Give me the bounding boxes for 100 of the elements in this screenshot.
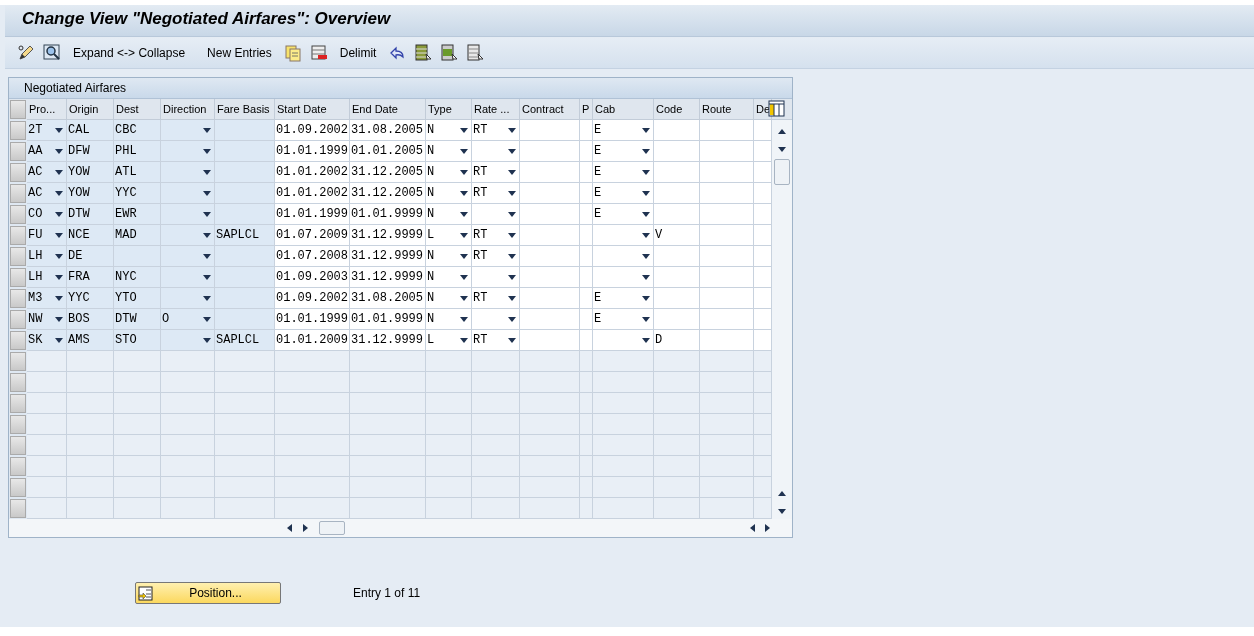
input-field[interactable] [520, 120, 580, 141]
input-field[interactable] [700, 183, 754, 204]
dropdown-field[interactable]: RT [472, 288, 520, 309]
input-field[interactable] [520, 141, 580, 162]
dropdown-field[interactable]: L [426, 330, 472, 351]
row-selector[interactable] [10, 142, 26, 161]
input-field[interactable] [520, 204, 580, 225]
dropdown-field[interactable]: N [426, 246, 472, 267]
dropdown-field[interactable]: AA [27, 141, 67, 162]
input-field[interactable]: 01.01.2002 [275, 183, 350, 204]
dropdown-field[interactable]: NW [27, 309, 67, 330]
dropdown-field[interactable]: LH [27, 267, 67, 288]
input-field[interactable] [700, 162, 754, 183]
row-selector[interactable] [10, 415, 26, 434]
input-field[interactable] [700, 204, 754, 225]
input-field[interactable] [654, 309, 700, 330]
dropdown-field[interactable] [593, 267, 654, 288]
dropdown-field[interactable] [593, 246, 654, 267]
input-field[interactable] [754, 330, 772, 351]
input-field[interactable] [520, 288, 580, 309]
dropdown-field[interactable]: O [161, 309, 215, 330]
row-selector[interactable] [10, 226, 26, 245]
dropdown-field[interactable]: N [426, 162, 472, 183]
input-field[interactable]: 01.01.9999 [350, 309, 426, 330]
dropdown-field[interactable]: RT [472, 225, 520, 246]
input-field[interactable]: 01.09.2003 [275, 267, 350, 288]
input-field[interactable] [580, 204, 593, 225]
dropdown-field[interactable] [161, 204, 215, 225]
dropdown-field[interactable]: N [426, 183, 472, 204]
horizontal-scrollbar[interactable] [9, 519, 792, 537]
input-field[interactable]: 01.01.1999 [275, 204, 350, 225]
input-field[interactable]: 31.12.9999 [350, 330, 426, 351]
dropdown-field[interactable]: E [593, 141, 654, 162]
input-field[interactable] [654, 120, 700, 141]
dropdown-field[interactable]: E [593, 204, 654, 225]
dropdown-field[interactable]: E [593, 120, 654, 141]
input-field[interactable] [700, 288, 754, 309]
input-field[interactable] [654, 267, 700, 288]
curved-arrow-icon[interactable] [388, 44, 407, 62]
dropdown-field[interactable]: N [426, 204, 472, 225]
input-field[interactable] [654, 141, 700, 162]
input-field[interactable] [520, 309, 580, 330]
row-selector[interactable] [10, 373, 26, 392]
dropdown-field[interactable]: FU [27, 225, 67, 246]
dropdown-field[interactable]: AC [27, 183, 67, 204]
row-selector[interactable] [10, 436, 26, 455]
dropdown-field[interactable]: N [426, 141, 472, 162]
input-field[interactable]: 31.08.2005 [350, 288, 426, 309]
input-field[interactable] [754, 120, 772, 141]
input-field[interactable] [580, 120, 593, 141]
input-field[interactable]: 01.01.2009 [275, 330, 350, 351]
input-field[interactable]: 01.07.2008 [275, 246, 350, 267]
dropdown-field[interactable] [472, 204, 520, 225]
input-field[interactable]: 01.01.2005 [350, 141, 426, 162]
input-field[interactable]: 31.08.2005 [350, 120, 426, 141]
select-all-rows-button[interactable] [10, 100, 26, 119]
dropdown-field[interactable]: N [426, 267, 472, 288]
input-field[interactable] [700, 141, 754, 162]
dropdown-field[interactable]: N [426, 120, 472, 141]
input-field[interactable] [700, 246, 754, 267]
input-field[interactable] [754, 246, 772, 267]
dropdown-field[interactable] [472, 141, 520, 162]
dropdown-field[interactable] [161, 246, 215, 267]
row-selector[interactable] [10, 121, 26, 140]
dropdown-field[interactable] [593, 225, 654, 246]
dropdown-field[interactable] [161, 120, 215, 141]
input-field[interactable] [700, 225, 754, 246]
dropdown-field[interactable]: 2T [27, 120, 67, 141]
input-field[interactable] [754, 288, 772, 309]
input-field[interactable] [580, 141, 593, 162]
input-field[interactable] [520, 330, 580, 351]
input-field[interactable] [754, 309, 772, 330]
select-all-icon[interactable] [414, 44, 433, 62]
input-field[interactable] [754, 141, 772, 162]
row-selector[interactable] [10, 352, 26, 371]
expand-collapse-button[interactable]: Expand <-> Collapse [69, 44, 190, 62]
input-field[interactable] [754, 204, 772, 225]
input-field[interactable] [754, 267, 772, 288]
row-selector[interactable] [10, 184, 26, 203]
dropdown-field[interactable]: LH [27, 246, 67, 267]
input-field[interactable] [520, 246, 580, 267]
dropdown-field[interactable]: E [593, 288, 654, 309]
row-selector[interactable] [10, 457, 26, 476]
search-icon[interactable] [43, 44, 61, 62]
row-selector[interactable] [10, 289, 26, 308]
row-selector[interactable] [10, 268, 26, 287]
select-block-icon[interactable] [440, 44, 459, 62]
row-selector[interactable] [10, 394, 26, 413]
input-field[interactable]: 01.01.9999 [350, 204, 426, 225]
input-field[interactable]: V [654, 225, 700, 246]
input-field[interactable]: 01.01.1999 [275, 141, 350, 162]
input-field[interactable]: D [654, 330, 700, 351]
input-field[interactable]: 01.07.2009 [275, 225, 350, 246]
input-field[interactable] [700, 309, 754, 330]
dropdown-field[interactable] [161, 141, 215, 162]
deselect-all-icon[interactable] [466, 44, 485, 62]
dropdown-field[interactable] [161, 183, 215, 204]
input-field[interactable]: 01.09.2002 [275, 120, 350, 141]
dropdown-field[interactable]: E [593, 309, 654, 330]
input-field[interactable] [654, 246, 700, 267]
